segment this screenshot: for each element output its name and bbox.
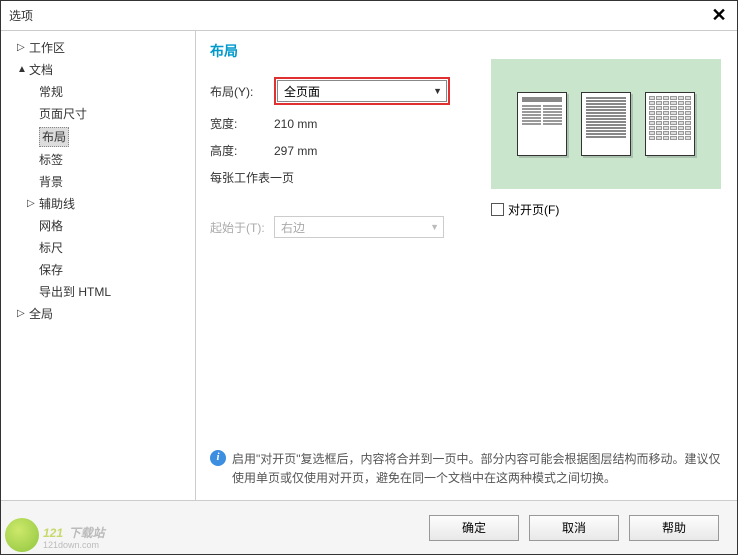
info-icon: i	[210, 450, 226, 466]
width-value: 210 mm	[274, 117, 317, 131]
preview-page-columns-icon	[517, 92, 567, 156]
help-button[interactable]: 帮助	[629, 515, 719, 541]
main-area: ▷工作区 ▲文档 常规 页面尺寸 布局 标签 背景 ▷辅助线 网格 标尺 保存 …	[1, 31, 737, 500]
tree-item-ruler[interactable]: 标尺	[1, 237, 195, 259]
tree-item-document[interactable]: ▲文档	[1, 59, 195, 81]
tree-item-general[interactable]: 常规	[1, 81, 195, 103]
watermark-logo-icon	[5, 518, 39, 552]
height-value: 297 mm	[274, 144, 317, 158]
info-text: 启用"对开页"复选框后，内容将合并到一页中。部分内容可能会根据图层结构而移动。建…	[232, 450, 721, 488]
content-panel: 布局 布局(Y): 全页面 ▼ 宽度: 210 mm 高度: 297 mm 每张…	[196, 31, 737, 500]
chevron-right-icon: ▷	[17, 305, 27, 323]
startat-row: 起始于(T): 右边 ▼	[210, 216, 721, 238]
section-title: 布局	[210, 41, 721, 61]
layout-label: 布局(Y):	[210, 83, 274, 100]
startat-dropdown: 右边 ▼	[274, 216, 444, 238]
chevron-down-icon: ▼	[430, 222, 439, 232]
ok-button[interactable]: 确定	[429, 515, 519, 541]
tree-item-pagesize[interactable]: 页面尺寸	[1, 103, 195, 125]
layout-dropdown[interactable]: 全页面 ▼	[277, 80, 447, 102]
facing-pages-checkbox[interactable]	[491, 203, 504, 216]
chevron-down-icon: ▼	[433, 86, 442, 96]
tree-item-label[interactable]: 标签	[1, 149, 195, 171]
cancel-button[interactable]: 取消	[529, 515, 619, 541]
width-label: 宽度:	[210, 115, 274, 132]
startat-value: 右边	[281, 219, 305, 236]
preview-page-grid-icon	[645, 92, 695, 156]
tree-item-layout[interactable]: 布局	[1, 125, 195, 149]
tree-item-global[interactable]: ▷全局	[1, 303, 195, 325]
close-icon[interactable]: ✕	[709, 5, 729, 26]
tree-item-grid[interactable]: 网格	[1, 215, 195, 237]
info-area: i 启用"对开页"复选框后，内容将合并到一页中。部分内容可能会根据图层结构而移动…	[210, 450, 721, 488]
facing-pages-row: 对开页(F)	[491, 201, 721, 218]
tree-item-background[interactable]: 背景	[1, 171, 195, 193]
tree-item-exporthtml[interactable]: 导出到 HTML	[1, 281, 195, 303]
facing-pages-label: 对开页(F)	[508, 201, 559, 218]
layout-preview	[491, 59, 721, 189]
highlight-box: 全页面 ▼	[274, 77, 450, 105]
tree-item-workspace[interactable]: ▷工作区	[1, 37, 195, 59]
preview-page-text-icon	[581, 92, 631, 156]
watermark: 121 下载站 121down.com	[5, 518, 105, 552]
sidebar-tree: ▷工作区 ▲文档 常规 页面尺寸 布局 标签 背景 ▷辅助线 网格 标尺 保存 …	[1, 31, 196, 500]
titlebar: 选项 ✕	[1, 1, 737, 31]
chevron-down-icon: ▲	[17, 61, 27, 79]
perpage-label: 每张工作表一页	[210, 169, 294, 186]
tree-item-save[interactable]: 保存	[1, 259, 195, 281]
layout-value: 全页面	[284, 83, 320, 100]
chevron-right-icon: ▷	[27, 195, 37, 213]
window-title: 选项	[9, 7, 33, 24]
height-label: 高度:	[210, 142, 274, 159]
startat-label: 起始于(T):	[210, 219, 274, 236]
chevron-right-icon: ▷	[17, 39, 27, 57]
footer: 121 下载站 121down.com 确定 取消 帮助	[1, 500, 737, 554]
tree-item-guidelines[interactable]: ▷辅助线	[1, 193, 195, 215]
